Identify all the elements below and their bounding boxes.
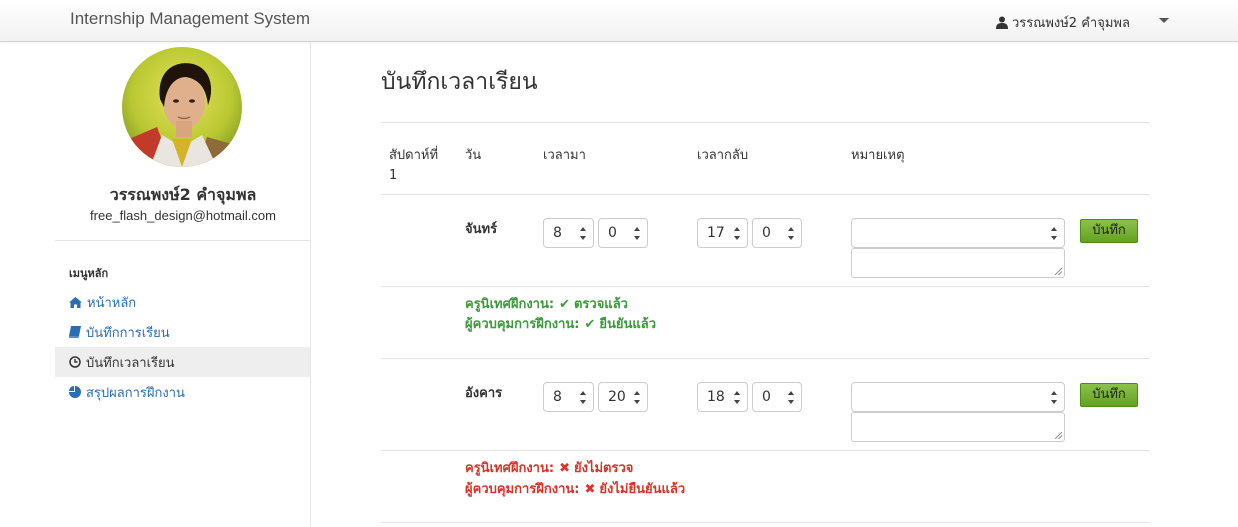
supervisor-label: ผู้ควบคุมการฝึกงาน:	[465, 317, 580, 332]
updown-arrows-icon	[734, 227, 741, 240]
sidebar-item-summary[interactable]: สรุปผลการฝึกงาน	[55, 377, 310, 407]
avatar	[122, 47, 242, 167]
note-select[interactable]	[851, 218, 1065, 248]
sidebar-item-study-log[interactable]: บันทึกการเรียน	[55, 317, 310, 347]
resize-grip-icon	[1055, 432, 1062, 439]
select-value: 0	[608, 225, 617, 241]
updown-arrows-icon	[634, 391, 641, 404]
time-out-hour-select[interactable]: 17	[697, 218, 748, 248]
updown-arrows-icon	[788, 391, 795, 404]
row-divider	[381, 450, 1150, 451]
x-icon: ✖	[559, 461, 570, 476]
header-week: สัปดาห์ที่ 1	[389, 148, 439, 183]
sidebar: วรรณพงษ์2 คำจุมพล free_flash_design@hotm…	[0, 42, 311, 527]
supervisor-status-text: ยังไม่ยืนยันแล้ว	[599, 482, 686, 497]
supervisor-status: ผู้ควบคุมการฝึกงาน: ✔ ยืนยันแล้ว	[465, 315, 656, 335]
updown-arrows-icon	[1051, 391, 1058, 404]
select-value: 8	[553, 389, 562, 405]
row-divider	[381, 358, 1150, 359]
note-textarea[interactable]	[851, 248, 1065, 278]
resize-grip-icon	[1055, 268, 1062, 275]
sidebar-item-label: หน้าหลัก	[87, 295, 137, 311]
time-in-hour-select[interactable]: 8	[543, 382, 594, 412]
select-value: 20	[608, 389, 626, 405]
clock-icon	[69, 356, 81, 368]
menu-header: เมนูหลัก	[69, 267, 109, 280]
save-button[interactable]: บันทึก	[1080, 219, 1138, 243]
caret-down-icon[interactable]	[1159, 18, 1169, 23]
sidebar-item-home[interactable]: หน้าหลัก	[55, 287, 310, 317]
x-icon: ✖	[584, 482, 596, 497]
supervisor-status-text: ยืนยันแล้ว	[599, 317, 657, 332]
header-time-out: เวลากลับ	[697, 148, 749, 163]
supervisor-label: ผู้ควบคุมการฝึกงาน:	[465, 482, 580, 497]
home-icon	[69, 296, 82, 308]
day-label: จันทร์	[465, 222, 498, 237]
row-divider	[381, 286, 1150, 287]
teacher-label: ครูนิเทศฝึกงาน:	[465, 297, 555, 312]
time-out-hour-select[interactable]: 18	[697, 382, 748, 412]
note-textarea[interactable]	[851, 412, 1065, 442]
page-title: บันทึกเวลาเรียน	[381, 69, 538, 95]
header-day: วัน	[465, 148, 482, 163]
row-divider	[381, 194, 1150, 195]
time-out-minute-select[interactable]: 0	[752, 382, 802, 412]
select-value: 0	[762, 225, 771, 241]
updown-arrows-icon	[734, 391, 741, 404]
teacher-status-text: ยังไม่ตรวจ	[573, 461, 634, 476]
time-in-minute-select[interactable]: 20	[598, 382, 648, 412]
sidebar-item-attendance[interactable]: บันทึกเวลาเรียน	[55, 347, 310, 377]
header-time-in: เวลามา	[543, 148, 586, 163]
header-note: หมายเหตุ	[851, 148, 905, 163]
updown-arrows-icon	[634, 227, 641, 240]
profile-name: วรรณพงษ์2 คำจุมพล	[109, 185, 257, 204]
teacher-label: ครูนิเทศฝึกงาน:	[465, 461, 555, 476]
row-divider	[381, 522, 1150, 523]
user-menu[interactable]: วรรณพงษ์2 คำจุมพล	[996, 12, 1130, 33]
updown-arrows-icon	[580, 227, 587, 240]
select-value: 0	[762, 389, 771, 405]
user-name: วรรณพงษ์2 คำจุมพล	[1012, 16, 1130, 31]
time-out-minute-select[interactable]: 0	[752, 218, 802, 248]
time-in-minute-select[interactable]: 0	[598, 218, 648, 248]
sidebar-item-label: สรุปผลการฝึกงาน	[86, 385, 185, 401]
pie-chart-icon	[69, 386, 81, 398]
sidebar-item-label: บันทึกการเรียน	[86, 325, 170, 341]
user-icon	[996, 16, 1008, 29]
app-brand[interactable]: Internship Management System	[70, 9, 310, 29]
day-label: อังคาร	[465, 386, 503, 401]
updown-arrows-icon	[1051, 227, 1058, 240]
save-button[interactable]: บันทึก	[1080, 383, 1138, 407]
top-navbar: Internship Management System วรรณพงษ์2 ค…	[0, 0, 1238, 42]
book-icon	[69, 326, 81, 338]
check-icon: ✔	[559, 297, 570, 312]
teacher-status: ครูนิเทศฝึกงาน: ✖ ยังไม่ตรวจ	[465, 459, 633, 479]
select-value: 18	[707, 389, 725, 405]
teacher-status-text: ตรวจแล้ว	[573, 297, 628, 312]
sidebar-item-label: บันทึกเวลาเรียน	[86, 355, 175, 371]
updown-arrows-icon	[580, 391, 587, 404]
sidebar-divider	[55, 240, 311, 241]
check-icon: ✔	[584, 317, 596, 332]
profile-email: free_flash_design@hotmail.com	[90, 208, 276, 223]
table-top-border	[381, 122, 1150, 123]
time-in-hour-select[interactable]: 8	[543, 218, 594, 248]
teacher-status: ครูนิเทศฝึกงาน: ✔ ตรวจแล้ว	[465, 295, 628, 315]
select-value: 17	[707, 225, 725, 241]
note-select[interactable]	[851, 382, 1065, 412]
select-value: 8	[553, 225, 562, 241]
supervisor-status: ผู้ควบคุมการฝึกงาน: ✖ ยังไม่ยืนยันแล้ว	[465, 480, 685, 500]
updown-arrows-icon	[788, 227, 795, 240]
